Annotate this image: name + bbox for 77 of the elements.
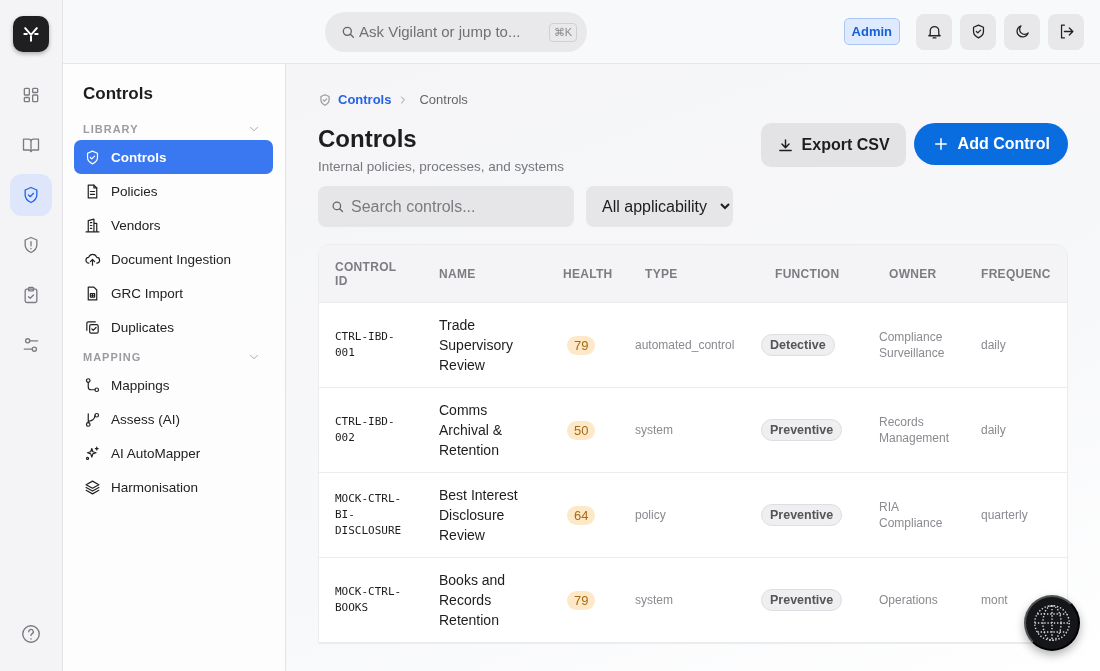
sliders-icon: [21, 335, 41, 355]
sidebar-item[interactable]: Controls: [74, 140, 273, 174]
route-icon: [84, 376, 101, 394]
frequency-cell-text: daily: [980, 337, 1007, 353]
type-cell-text: policy: [634, 507, 667, 523]
rail-nav-button[interactable]: [10, 174, 52, 216]
function-tag: Preventive: [761, 419, 843, 441]
branch-icon: [84, 410, 101, 428]
type-cell-text: system: [634, 592, 674, 608]
control-name-cell[interactable]: Best Interest Disclosure Review: [423, 485, 539, 545]
control-id-cell-text: MOCK-CTRL-BOOKS: [335, 584, 403, 616]
function-tag: Preventive: [761, 589, 843, 611]
column-header[interactable]: FUNCTION: [759, 266, 873, 281]
role-badge: Admin: [843, 18, 900, 45]
function-tag: Preventive: [761, 504, 843, 526]
column-header[interactable]: HEALTH: [547, 266, 629, 281]
owner-cell-text: RIA Compliance: [878, 499, 944, 531]
sidebar-item[interactable]: Vendors: [74, 208, 273, 242]
sidebar-item[interactable]: Harmonisation: [74, 470, 273, 504]
column-header[interactable]: CONTROL ID: [319, 259, 395, 288]
control-name-cell[interactable]: Trade Supervisory Review: [423, 315, 539, 375]
sidebar-item[interactable]: Document Ingestion: [74, 242, 273, 276]
health-score-badge: 79: [567, 335, 596, 355]
applicability-dropdown[interactable]: All applicability: [586, 186, 733, 227]
security-button[interactable]: [960, 13, 996, 50]
control-name-cell[interactable]: Comms Archival & Retention: [423, 400, 539, 460]
column-header[interactable]: FREQUENC: [975, 266, 1067, 281]
health-score-badge: 50: [567, 420, 596, 440]
shield-check-icon: [84, 148, 101, 166]
sidebar-item[interactable]: Assess (AI): [74, 402, 273, 436]
sidebar-item[interactable]: AI AutoMapper: [74, 436, 273, 470]
breadcrumb-current: Controls: [419, 92, 468, 107]
owner-cell-text: Operations: [878, 592, 939, 608]
frequency-cell-text: daily: [980, 422, 1007, 438]
owner-cell-text: Compliance Surveillance: [878, 329, 946, 361]
help-icon: [20, 623, 42, 645]
sidebar-title: Controls: [83, 84, 154, 104]
app-logo[interactable]: [13, 16, 49, 52]
control-id-cell-text: MOCK-CTRL-BI-DISCLOSURE: [335, 491, 403, 539]
copy-icon: [84, 318, 101, 336]
breadcrumb-link[interactable]: Controls: [318, 92, 392, 107]
sidebar-item[interactable]: GRC Import: [74, 276, 273, 310]
function-tag: Detective: [761, 334, 835, 356]
frequency-cell-text: mont: [980, 592, 1009, 608]
logout-button[interactable]: [1048, 13, 1084, 50]
shield-check-icon: [318, 92, 332, 107]
health-score-badge: 79: [567, 590, 596, 610]
bell-icon: [925, 23, 943, 40]
column-header[interactable]: TYPE: [629, 266, 759, 281]
frequency-cell-text: quarterly: [980, 507, 1029, 523]
grid-icon: [21, 85, 41, 105]
type-cell-text: system: [634, 422, 674, 438]
page-subtitle: Internal policies, processes, and systems: [318, 159, 565, 174]
page-title: Controls: [318, 125, 418, 153]
add-control-button[interactable]: Add Control: [913, 123, 1068, 165]
sparkles-icon: [84, 444, 101, 462]
search-field[interactable]: Search controls...: [318, 186, 574, 227]
export-csv-button[interactable]: Export CSV: [760, 123, 906, 167]
sidebar-item[interactable]: Policies: [74, 174, 273, 208]
column-header[interactable]: OWNER: [873, 266, 975, 281]
layers-icon: [84, 478, 101, 496]
building-icon: [84, 216, 101, 234]
sidebar-item[interactable]: Mappings: [74, 368, 273, 402]
control-id-cell-text: CTRL-IBD-001: [335, 329, 396, 361]
shortcut-hint: ⌘K: [548, 22, 577, 42]
download-icon: [776, 136, 794, 154]
owner-cell-text: Records Management: [878, 414, 951, 446]
column-header[interactable]: NAME: [423, 266, 547, 281]
assistant-globe-button[interactable]: [1024, 595, 1080, 651]
type-cell-text: automated_control: [634, 337, 736, 353]
sidebar-item[interactable]: Duplicates: [74, 310, 273, 344]
health-score-badge: 64: [567, 505, 596, 525]
control-id-cell-text: CTRL-IBD-002: [335, 414, 396, 446]
theme-toggle-button[interactable]: [1004, 13, 1040, 50]
moon-icon: [1013, 23, 1031, 40]
notifications-button[interactable]: [916, 13, 952, 50]
control-name-cell[interactable]: Books and Records Retention: [423, 570, 539, 630]
